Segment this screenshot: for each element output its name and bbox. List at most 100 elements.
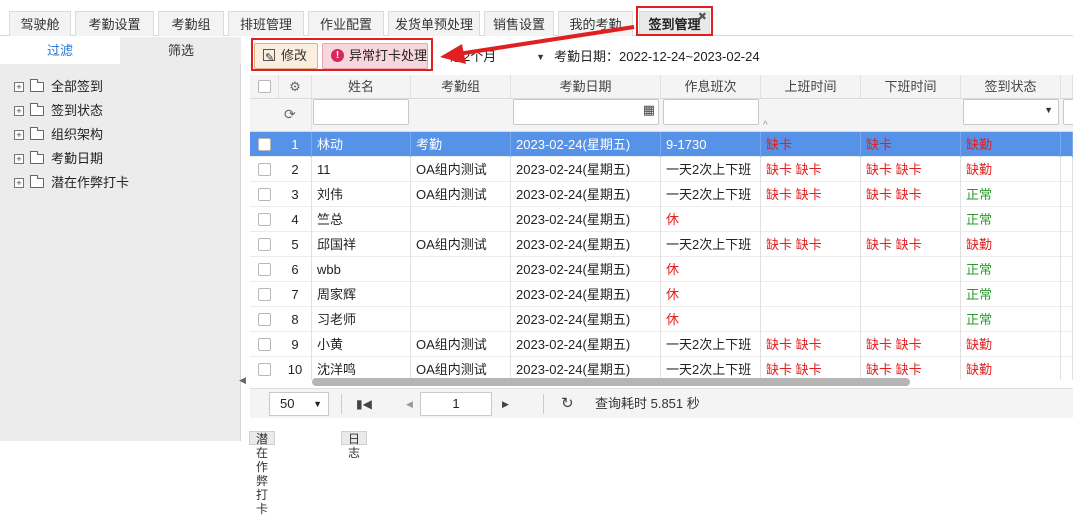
column-header-group[interactable]: 考勤组: [411, 75, 511, 99]
cell-group: [411, 207, 511, 232]
tab-log[interactable]: 日志: [341, 431, 368, 460]
cell-extra: [1061, 157, 1073, 182]
refresh-icon[interactable]: ↻: [561, 389, 574, 419]
tab-cockpit[interactable]: 驾驶舱: [9, 11, 71, 36]
next-page-icon[interactable]: ▶: [502, 389, 509, 419]
tree-item-org[interactable]: + 组织架构: [0, 123, 129, 147]
page-size-value: 50: [280, 396, 295, 411]
folder-icon: [30, 175, 44, 188]
tree-item-all[interactable]: + 全部签到: [0, 75, 129, 99]
row-checkbox[interactable]: [258, 313, 271, 326]
prev-page-icon[interactable]: ◀: [406, 389, 413, 419]
edit-button[interactable]: 修改: [254, 43, 318, 70]
close-icon[interactable]: ✖: [698, 5, 707, 30]
cell-off-time: 缺卡 缺卡: [861, 157, 961, 182]
date-range-text: 考勤日期：2022-12-24~2023-02-24: [554, 49, 760, 64]
tree-item-label: 全部签到: [51, 79, 104, 94]
expand-icon[interactable]: +: [14, 130, 24, 140]
filter-shift-input[interactable]: [663, 99, 759, 125]
cell-extra: [1061, 357, 1073, 380]
refresh-icon[interactable]: ⟳: [279, 99, 312, 132]
filter-date-input[interactable]: ▦: [513, 99, 659, 125]
column-header-name[interactable]: 姓名: [312, 75, 411, 99]
page-number-input[interactable]: 1: [420, 392, 492, 416]
cell-extra: [1061, 307, 1073, 332]
calendar-icon[interactable]: ▦: [643, 102, 655, 118]
column-header-shift[interactable]: 作息班次: [661, 75, 761, 99]
expand-icon[interactable]: +: [14, 178, 24, 188]
table-row[interactable]: 2 11 OA组内测试 2023-02-24(星期五) 一天2次上下班 缺卡 缺卡 缺卡 缺…: [250, 157, 1073, 182]
row-checkbox[interactable]: [258, 188, 271, 201]
tree-item-cheat[interactable]: + 潜在作弊打卡: [0, 171, 129, 195]
chevron-down-icon: ▼: [536, 52, 545, 62]
row-checkbox[interactable]: [258, 338, 271, 351]
page-size-select[interactable]: 50 ▼: [269, 392, 329, 416]
tree-item-status[interactable]: + 签到状态: [0, 99, 129, 123]
tree-item-date[interactable]: + 考勤日期: [0, 147, 129, 171]
table-row[interactable]: 10 沈洋鸣 OA组内测试 2023-02-24(星期五) 一天2次上下班 缺卡 缺卡 缺卡…: [250, 357, 1073, 380]
tab-scheduling[interactable]: 排班管理: [228, 11, 304, 36]
cell-status: 正常: [961, 307, 1061, 332]
first-page-icon[interactable]: ▮◀: [356, 389, 372, 419]
tab-job-config[interactable]: 作业配置: [308, 11, 384, 36]
table-row[interactable]: 3 刘伟 OA组内测试 2023-02-24(星期五) 一天2次上下班 缺卡 缺卡 缺卡 缺…: [250, 182, 1073, 207]
tab-filter[interactable]: 过滤: [0, 37, 120, 64]
table-row[interactable]: 7 周家辉 2023-02-24(星期五) 休 正常: [250, 282, 1073, 307]
expand-icon[interactable]: +: [14, 106, 24, 116]
abnormal-punch-button[interactable]: ! 异常打卡处理: [322, 43, 428, 69]
table-row[interactable]: 1 林动 考勤 2023-02-24(星期五) 9-1730 缺卡 缺卡 缺勤: [250, 132, 1073, 157]
period-select[interactable]: 近2个月 ▼: [442, 45, 549, 69]
column-header-on-time[interactable]: 上班时间: [761, 75, 861, 99]
cell-date: 2023-02-24(星期五): [511, 282, 661, 307]
cell-shift: 一天2次上下班: [661, 332, 761, 357]
expand-icon[interactable]: +: [14, 154, 24, 164]
tab-delivery-preprocess[interactable]: 发货单预处理: [388, 11, 480, 36]
cell-extra: [1061, 257, 1073, 282]
table-row[interactable]: 8 习老师 2023-02-24(星期五) 休 正常: [250, 307, 1073, 332]
gear-icon[interactable]: ⚙: [279, 75, 312, 99]
cell-off-time: [861, 257, 961, 282]
column-header-date[interactable]: 考勤日期: [511, 75, 661, 99]
table-row[interactable]: 4 竺总 2023-02-24(星期五) 休 正常: [250, 207, 1073, 232]
cell-shift: 休: [661, 257, 761, 282]
checkbox[interactable]: [258, 80, 271, 93]
column-header-off-time[interactable]: 下班时间: [861, 75, 961, 99]
row-checkbox[interactable]: [258, 238, 271, 251]
filter-extra-input[interactable]: [1063, 99, 1073, 125]
table-row[interactable]: 6 wbb 2023-02-24(星期五) 休 正常: [250, 257, 1073, 282]
expand-icon[interactable]: +: [14, 82, 24, 92]
sort-caret-icon: ^: [763, 120, 768, 131]
cell-date: 2023-02-24(星期五): [511, 332, 661, 357]
cell-date: 2023-02-24(星期五): [511, 257, 661, 282]
collapse-panel-icon[interactable]: ◀: [239, 375, 246, 386]
tab-attendance-group[interactable]: 考勤组: [158, 11, 224, 36]
tab-screen[interactable]: 筛选: [121, 37, 241, 64]
filter-name-input[interactable]: [313, 99, 409, 125]
header-select-all[interactable]: [250, 75, 279, 99]
tab-sales-settings[interactable]: 销售设置: [484, 11, 554, 36]
filter-status-select[interactable]: ▼: [963, 99, 1059, 125]
cell-group: [411, 307, 511, 332]
chevron-down-icon: ▼: [313, 399, 322, 409]
row-checkbox[interactable]: [258, 288, 271, 301]
cell-off-time: [861, 282, 961, 307]
row-checkbox[interactable]: [258, 263, 271, 276]
column-header-status[interactable]: 签到状态: [961, 75, 1061, 99]
row-checkbox[interactable]: [258, 163, 271, 176]
pager: 50 ▼ ▮◀ ◀ 1 ▶ ↻ 查询耗时 5.851 秒: [250, 388, 1073, 418]
row-checkbox[interactable]: [258, 363, 271, 376]
cell-date: 2023-02-24(星期五): [511, 132, 661, 157]
checkin-grid: ⚙ 姓名 考勤组 考勤日期 作息班次 上班时间 下班时间 签到状态 ⟳ ▦ ▼ …: [250, 75, 1073, 380]
edit-icon: [263, 46, 275, 70]
tab-attendance-settings[interactable]: 考勤设置: [75, 11, 154, 36]
row-checkbox[interactable]: [258, 138, 271, 151]
tab-potential-cheat[interactable]: 潜在作弊打卡: [249, 431, 276, 516]
cell-name: 小黄: [312, 332, 411, 357]
tab-checkin-management[interactable]: 签到管理 ✖: [639, 11, 710, 36]
table-row[interactable]: 9 小黄 OA组内测试 2023-02-24(星期五) 一天2次上下班 缺卡 缺卡 缺卡 缺…: [250, 332, 1073, 357]
table-row[interactable]: 5 邱国祥 OA组内测试 2023-02-24(星期五) 一天2次上下班 缺卡 缺卡 缺卡 …: [250, 232, 1073, 257]
tab-my-attendance[interactable]: 我的考勤: [558, 11, 633, 36]
horizontal-scrollbar[interactable]: [312, 378, 910, 386]
row-checkbox[interactable]: [258, 213, 271, 226]
cell-extra: [1061, 132, 1073, 157]
